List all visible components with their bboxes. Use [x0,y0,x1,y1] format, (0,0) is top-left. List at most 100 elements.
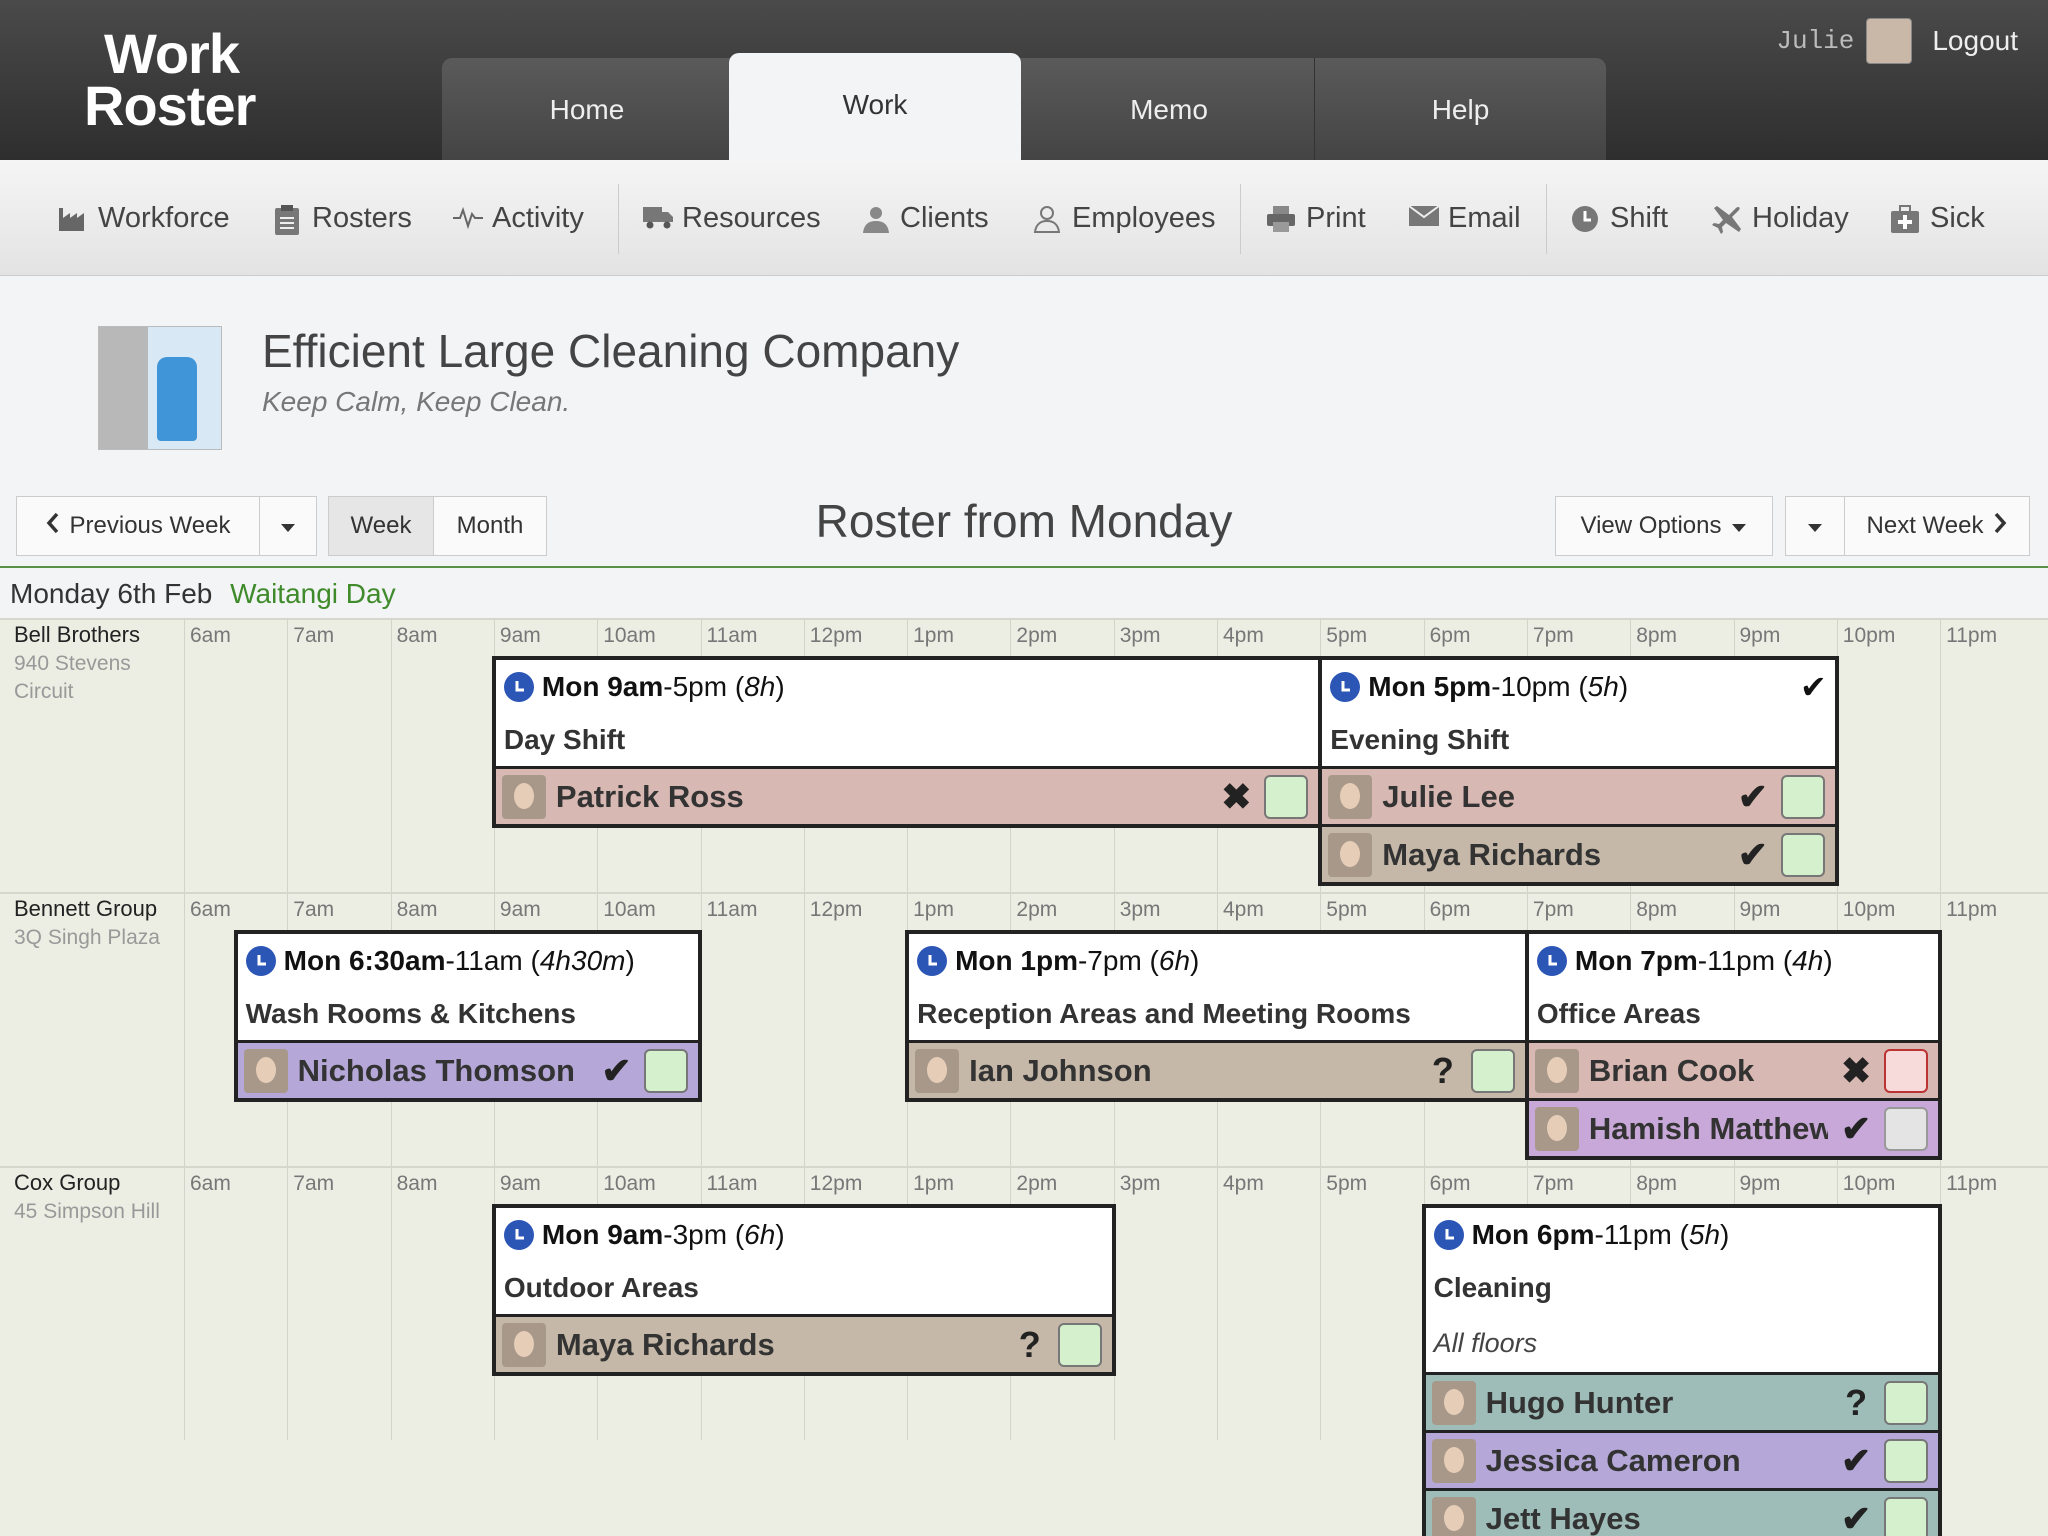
clock-icon [245,946,276,976]
tab-home[interactable]: Home [442,58,733,160]
status-checkbox[interactable] [1884,1496,1929,1536]
staff-name: Brian Cook [1588,1052,1755,1088]
hour-label: 2pm [1016,1172,1058,1195]
shift-title: Outdoor Areas [503,1272,699,1303]
status-checkbox[interactable] [1884,1106,1929,1151]
toolbar-sick[interactable]: Sick [1890,202,1985,235]
next-week-button[interactable]: Next Week [1844,496,2030,556]
toolbar-email[interactable]: Email [1408,202,1521,235]
confirmed-check-icon: ✔ [1799,669,1827,705]
hour-label: 10pm [1842,898,1896,921]
hour-label: 8am [396,624,438,647]
status-checkbox[interactable] [1780,774,1825,819]
title-divider [0,566,2048,568]
staff-name: Julie Lee [1382,778,1515,814]
staff-avatar [1431,1380,1476,1425]
next-dropdown-button[interactable] [1785,496,1845,556]
app-logo[interactable]: Work Roster [84,22,256,137]
toolbar-employees[interactable]: Employees [1032,202,1215,235]
hour-label: 7am [293,1172,335,1195]
previous-week-button[interactable]: Previous Week [16,496,260,556]
toolbar-resources[interactable]: Resources [642,202,821,235]
toolbar-label: Resources [682,202,821,234]
client-icon [860,204,890,234]
toolbar-clients[interactable]: Clients [860,202,989,235]
toolbar-shift[interactable]: Shift [1570,202,1668,235]
site-name: Cox Group [14,1170,121,1195]
hour-label: 9am [499,624,541,647]
staff-assignment[interactable]: Maya Richards? [495,1314,1112,1372]
status-checkbox[interactable] [1470,1048,1515,1093]
toolbar-label: Workforce [98,202,230,234]
clock-icon [1570,204,1600,234]
cross-icon: ✖ [1221,775,1252,817]
toolbar-workforce[interactable]: Workforce [58,202,230,235]
status-checkbox[interactable] [1057,1322,1102,1367]
staff-assignment[interactable]: Hugo Hunter? [1425,1372,1939,1430]
site-address: 940 Stevens Circuit [14,652,131,703]
hour-label: 10am [603,1172,656,1195]
tab-work[interactable]: Work [729,53,1021,160]
pulse-icon [452,204,483,234]
week-view-button[interactable]: Week [328,496,434,556]
user-icon [1032,204,1062,234]
view-options-button[interactable]: View Options [1555,496,1773,556]
toolbar-separator [618,184,619,254]
staff-assignment[interactable]: Maya Richards ✔ [1322,824,1835,882]
hour-column: 6am [184,620,231,892]
hour-label: 4pm [1223,898,1264,921]
tab-help[interactable]: Help [1315,58,1606,160]
hour-label: 12pm [809,624,863,647]
status-checkbox[interactable] [644,1048,689,1093]
logo-line-1: Work [104,22,240,85]
tab-memo[interactable]: Memo [1024,58,1315,160]
logo-line-2: Roster [84,74,256,137]
shift-card[interactable]: Mon 9am-5pm (8h) Day Shift Patrick Ross ✖ [491,656,1323,828]
status-checkbox[interactable] [1780,832,1825,877]
staff-assignment[interactable]: Nicholas Thomson ✔ [237,1040,699,1098]
shift-time-text: Mon 7pm-11pm (4h) [1574,945,1833,976]
toolbar-holiday[interactable]: Holiday [1712,202,1849,235]
toolbar-label: Print [1306,202,1366,234]
staff-assignment[interactable]: Julie Lee ✔ [1322,766,1835,824]
hour-column: 7am [287,620,334,892]
shift-card[interactable]: Mon 7pm-11pm (4h) Office Areas Brian Cook ✖… [1524,930,1943,1160]
staff-assignment[interactable]: Jessica Cameron ✔ [1425,1430,1939,1488]
toolbar-activity[interactable]: Activity [452,202,584,235]
site-address: 3Q Singh Plaza [14,926,160,949]
next-week-label: Next Week [1866,512,1984,539]
toolbar-print[interactable]: Print [1266,202,1366,235]
toolbar-rosters[interactable]: Rosters [272,202,412,235]
hour-label: 7pm [1532,898,1574,921]
user-avatar[interactable] [1866,18,1913,64]
toolbar-label: Sick [1930,202,1985,234]
shift-card[interactable]: Mon 6pm-11pm (5h) Cleaning All floors Hugo … [1421,1204,1943,1536]
staff-assignment[interactable]: Brian Cook ✖ [1528,1040,1939,1098]
status-checkbox[interactable] [1884,1438,1929,1483]
hour-column: 6am [184,1168,231,1440]
shift-title: Wash Rooms & Kitchens [245,998,576,1029]
previous-dropdown-button[interactable] [259,496,317,556]
shift-card[interactable]: Mon 5pm-10pm (5h) ✔ Evening Shift Julie Lee… [1318,656,1839,886]
month-view-button[interactable]: Month [433,496,547,556]
clipboard-icon [272,204,302,235]
staff-assignment[interactable]: Hamish Matthews ✔ [1528,1098,1939,1156]
shift-title: Day Shift [503,724,626,755]
staff-assignment[interactable]: Patrick Ross ✖ [495,766,1319,824]
hour-label: 1pm [913,624,954,647]
staff-assignment[interactable]: Ian Johnson? [909,1040,1525,1098]
clock-icon [917,946,948,976]
logout-link[interactable]: Logout [1932,25,2018,57]
status-checkbox[interactable] [1884,1048,1929,1093]
username: Julie [1776,26,1855,56]
staff-assignment[interactable]: Jett Hayes ✔ [1425,1488,1939,1536]
staff-avatar [1534,1106,1579,1151]
hour-column: 5pm [1320,1168,1367,1440]
shift-card[interactable]: Mon 6:30am-11am (4h30m) Wash Rooms & Kitc… [233,930,703,1102]
toolbar-label: Shift [1610,202,1669,234]
shift-card[interactable]: Mon 1pm-7pm (6h) Reception Areas and Meet… [905,930,1529,1102]
status-checkbox[interactable] [1884,1380,1929,1425]
hour-label: 11am [706,898,758,921]
shift-card[interactable]: Mon 9am-3pm (6h) Outdoor Areas Maya Richar… [491,1204,1116,1376]
status-checkbox[interactable] [1264,774,1309,819]
